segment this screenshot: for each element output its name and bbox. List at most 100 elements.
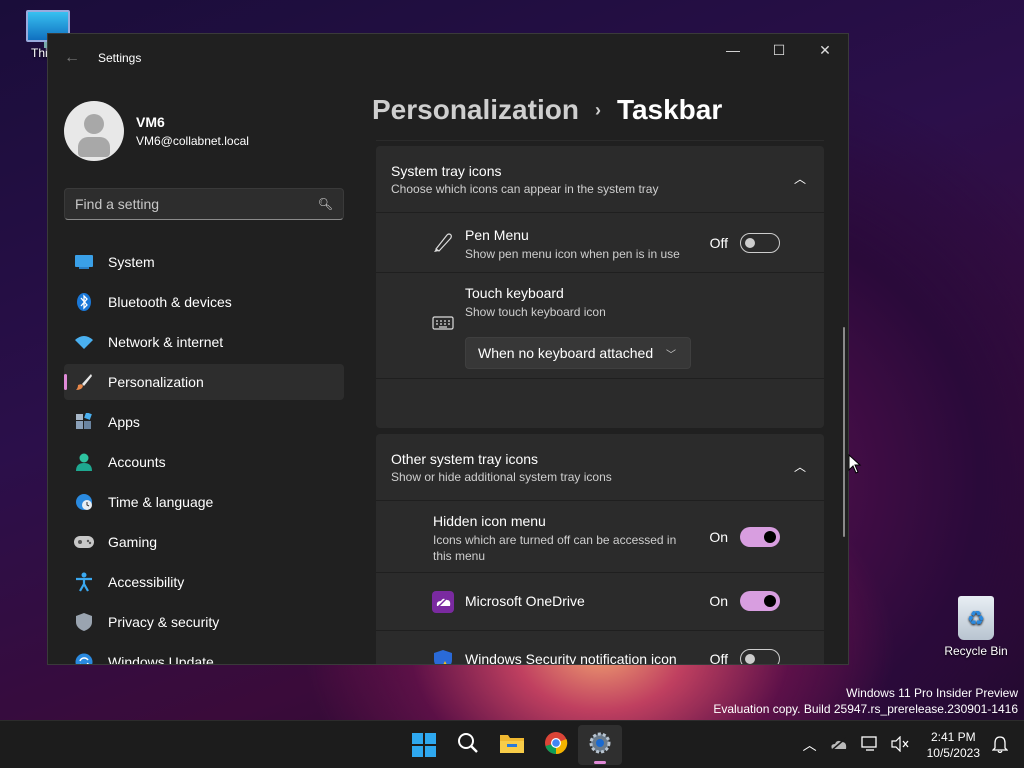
pen-menu-subtitle: Show pen menu icon when pen is in use: [465, 247, 680, 261]
chevron-up-icon[interactable]: ︿: [794, 458, 806, 475]
watermark-line2: Evaluation copy. Build 25947.rs_prerelea…: [713, 702, 1018, 716]
nav-item-time-language[interactable]: Time & language: [64, 484, 344, 520]
system-tray-icons-header[interactable]: System tray icons Choose which icons can…: [376, 146, 824, 212]
touch-keyboard-dropdown[interactable]: When no keyboard attached ﹀: [465, 337, 691, 369]
avatar: [64, 101, 124, 161]
scrollbar[interactable]: [843, 327, 845, 537]
nav-label: Accounts: [108, 454, 166, 470]
breadcrumb-parent[interactable]: Personalization: [372, 94, 579, 126]
pen-menu-toggle[interactable]: [740, 233, 780, 253]
profile-email: VM6@collabnet.local: [136, 134, 249, 148]
bluetooth-icon: [74, 292, 94, 312]
nav-item-windows-update[interactable]: Windows Update: [64, 644, 344, 665]
title-bar[interactable]: ← Settings — ☐ ✕: [48, 34, 848, 82]
close-button[interactable]: ✕: [802, 34, 848, 66]
chevron-up-icon[interactable]: ︿: [803, 735, 817, 755]
nav-item-system[interactable]: System: [64, 244, 344, 280]
nav-label: Personalization: [108, 374, 204, 390]
globe-clock-icon: [74, 492, 94, 512]
mouse-cursor-icon: [848, 453, 862, 479]
nav-item-bluetooth[interactable]: Bluetooth & devices: [64, 284, 344, 320]
clock[interactable]: 2:41 PM 10/5/2023: [927, 729, 980, 761]
section-title: System tray icons: [391, 162, 502, 179]
chrome-icon: [544, 731, 568, 760]
window-controls: — ☐ ✕: [710, 34, 848, 66]
settings-window: ← Settings — ☐ ✕ VM6 VM6@collabnet.local…: [47, 33, 849, 665]
nav-label: Apps: [108, 414, 140, 430]
chevron-up-icon[interactable]: ︿: [794, 170, 806, 187]
nav-label: System: [108, 254, 155, 270]
recycle-bin-label: Recycle Bin: [944, 644, 1008, 658]
touch-keyboard-row: Touch keyboard Show touch keyboard icon …: [376, 272, 824, 378]
maximize-button[interactable]: ☐: [756, 34, 802, 66]
onedrive-toggle[interactable]: [740, 591, 780, 611]
keyboard-icon: [432, 315, 454, 336]
minimize-button[interactable]: —: [710, 34, 756, 66]
update-icon: [74, 652, 94, 664]
file-explorer-button[interactable]: [490, 725, 534, 765]
accounts-icon: [74, 452, 94, 472]
notification-bell-icon[interactable]: [991, 735, 1009, 756]
windows-security-toggle[interactable]: [740, 649, 780, 664]
pen-menu-row: Pen Menu Show pen menu icon when pen is …: [376, 212, 824, 272]
start-icon: [412, 733, 436, 757]
evaluation-watermark: Windows 11 Pro Insider Preview Evaluatio…: [713, 685, 1018, 717]
nav-item-privacy[interactable]: Privacy & security: [64, 604, 344, 640]
section-title: Other system tray icons: [391, 450, 539, 467]
apps-icon: [74, 412, 94, 432]
arrow-left-icon: ←: [64, 49, 80, 66]
nav-item-personalization[interactable]: Personalization: [64, 364, 344, 400]
pen-menu-state: Off: [709, 235, 728, 251]
windows-security-row: Windows Security notification icon Off: [376, 630, 824, 664]
chrome-button[interactable]: [534, 725, 578, 765]
pen-icon: [432, 231, 454, 258]
breadcrumb: Personalization › Taskbar: [372, 82, 848, 138]
nav-item-gaming[interactable]: Gaming: [64, 524, 344, 560]
gamepad-icon: [74, 532, 94, 552]
nav-label: Bluetooth & devices: [108, 294, 232, 310]
search-box[interactable]: 🔍︎: [64, 188, 344, 220]
onedrive-title: Microsoft OneDrive: [465, 593, 585, 609]
nav-item-apps[interactable]: Apps: [64, 404, 344, 440]
windows-security-state: Off: [709, 651, 728, 664]
settings-content: System tray icons Choose which icons can…: [376, 146, 824, 664]
settings-taskbar-button[interactable]: [578, 725, 622, 765]
search-icon: 🔍︎: [317, 197, 333, 211]
nav-list: System Bluetooth & devices Network & int…: [48, 244, 358, 665]
dropdown-value: When no keyboard attached: [478, 345, 654, 361]
profile-name: VM6: [136, 114, 165, 130]
system-tray: ︿ 2:41 PM 10/5/2023: [803, 721, 1009, 768]
nav-label: Network & internet: [108, 334, 224, 350]
taskbar-search-button[interactable]: [446, 725, 490, 765]
recycle-bin-desktop-icon[interactable]: ♻ Recycle Bin: [938, 596, 1014, 658]
other-tray-icons-header[interactable]: Other system tray icons Show or hide add…: [376, 434, 824, 500]
accessibility-icon: [74, 572, 94, 592]
onedrive-tray-icon[interactable]: [829, 736, 849, 754]
windows-security-title: Windows Security notification icon: [465, 651, 677, 664]
clock-time: 2:41 PM: [930, 730, 976, 744]
nav-item-accessibility[interactable]: Accessibility: [64, 564, 344, 600]
back-button[interactable]: ←: [48, 34, 96, 82]
network-icon[interactable]: [860, 735, 879, 755]
hidden-icon-menu-toggle[interactable]: [740, 527, 780, 547]
chevron-down-icon: ﹀: [666, 349, 676, 361]
volume-muted-icon[interactable]: [891, 735, 909, 755]
window-title: Settings: [98, 51, 142, 65]
settings-icon: [588, 731, 612, 760]
section-subtitle: Choose which icons can appear in the sys…: [391, 181, 659, 196]
windows-security-icon: [432, 649, 454, 664]
start-button[interactable]: [402, 725, 446, 765]
recycle-bin-icon: ♻: [958, 596, 994, 640]
clock-date: 10/5/2023: [926, 746, 980, 760]
pen-menu-title: Pen Menu: [465, 227, 529, 243]
card-footer: [376, 378, 824, 428]
user-profile[interactable]: VM6 VM6@collabnet.local: [48, 82, 358, 172]
touch-keyboard-subtitle: Show touch keyboard icon: [465, 305, 606, 319]
sidebar: VM6 VM6@collabnet.local 🔍︎ System Blueto…: [48, 82, 358, 664]
taskbar: ︿ 2:41 PM 10/5/2023: [0, 720, 1024, 768]
nav-label: Windows Update: [108, 654, 214, 665]
nav-item-network[interactable]: Network & internet: [64, 324, 344, 360]
nav-item-accounts[interactable]: Accounts: [64, 444, 344, 480]
shield-icon: [74, 612, 94, 632]
search-input[interactable]: [75, 196, 318, 212]
